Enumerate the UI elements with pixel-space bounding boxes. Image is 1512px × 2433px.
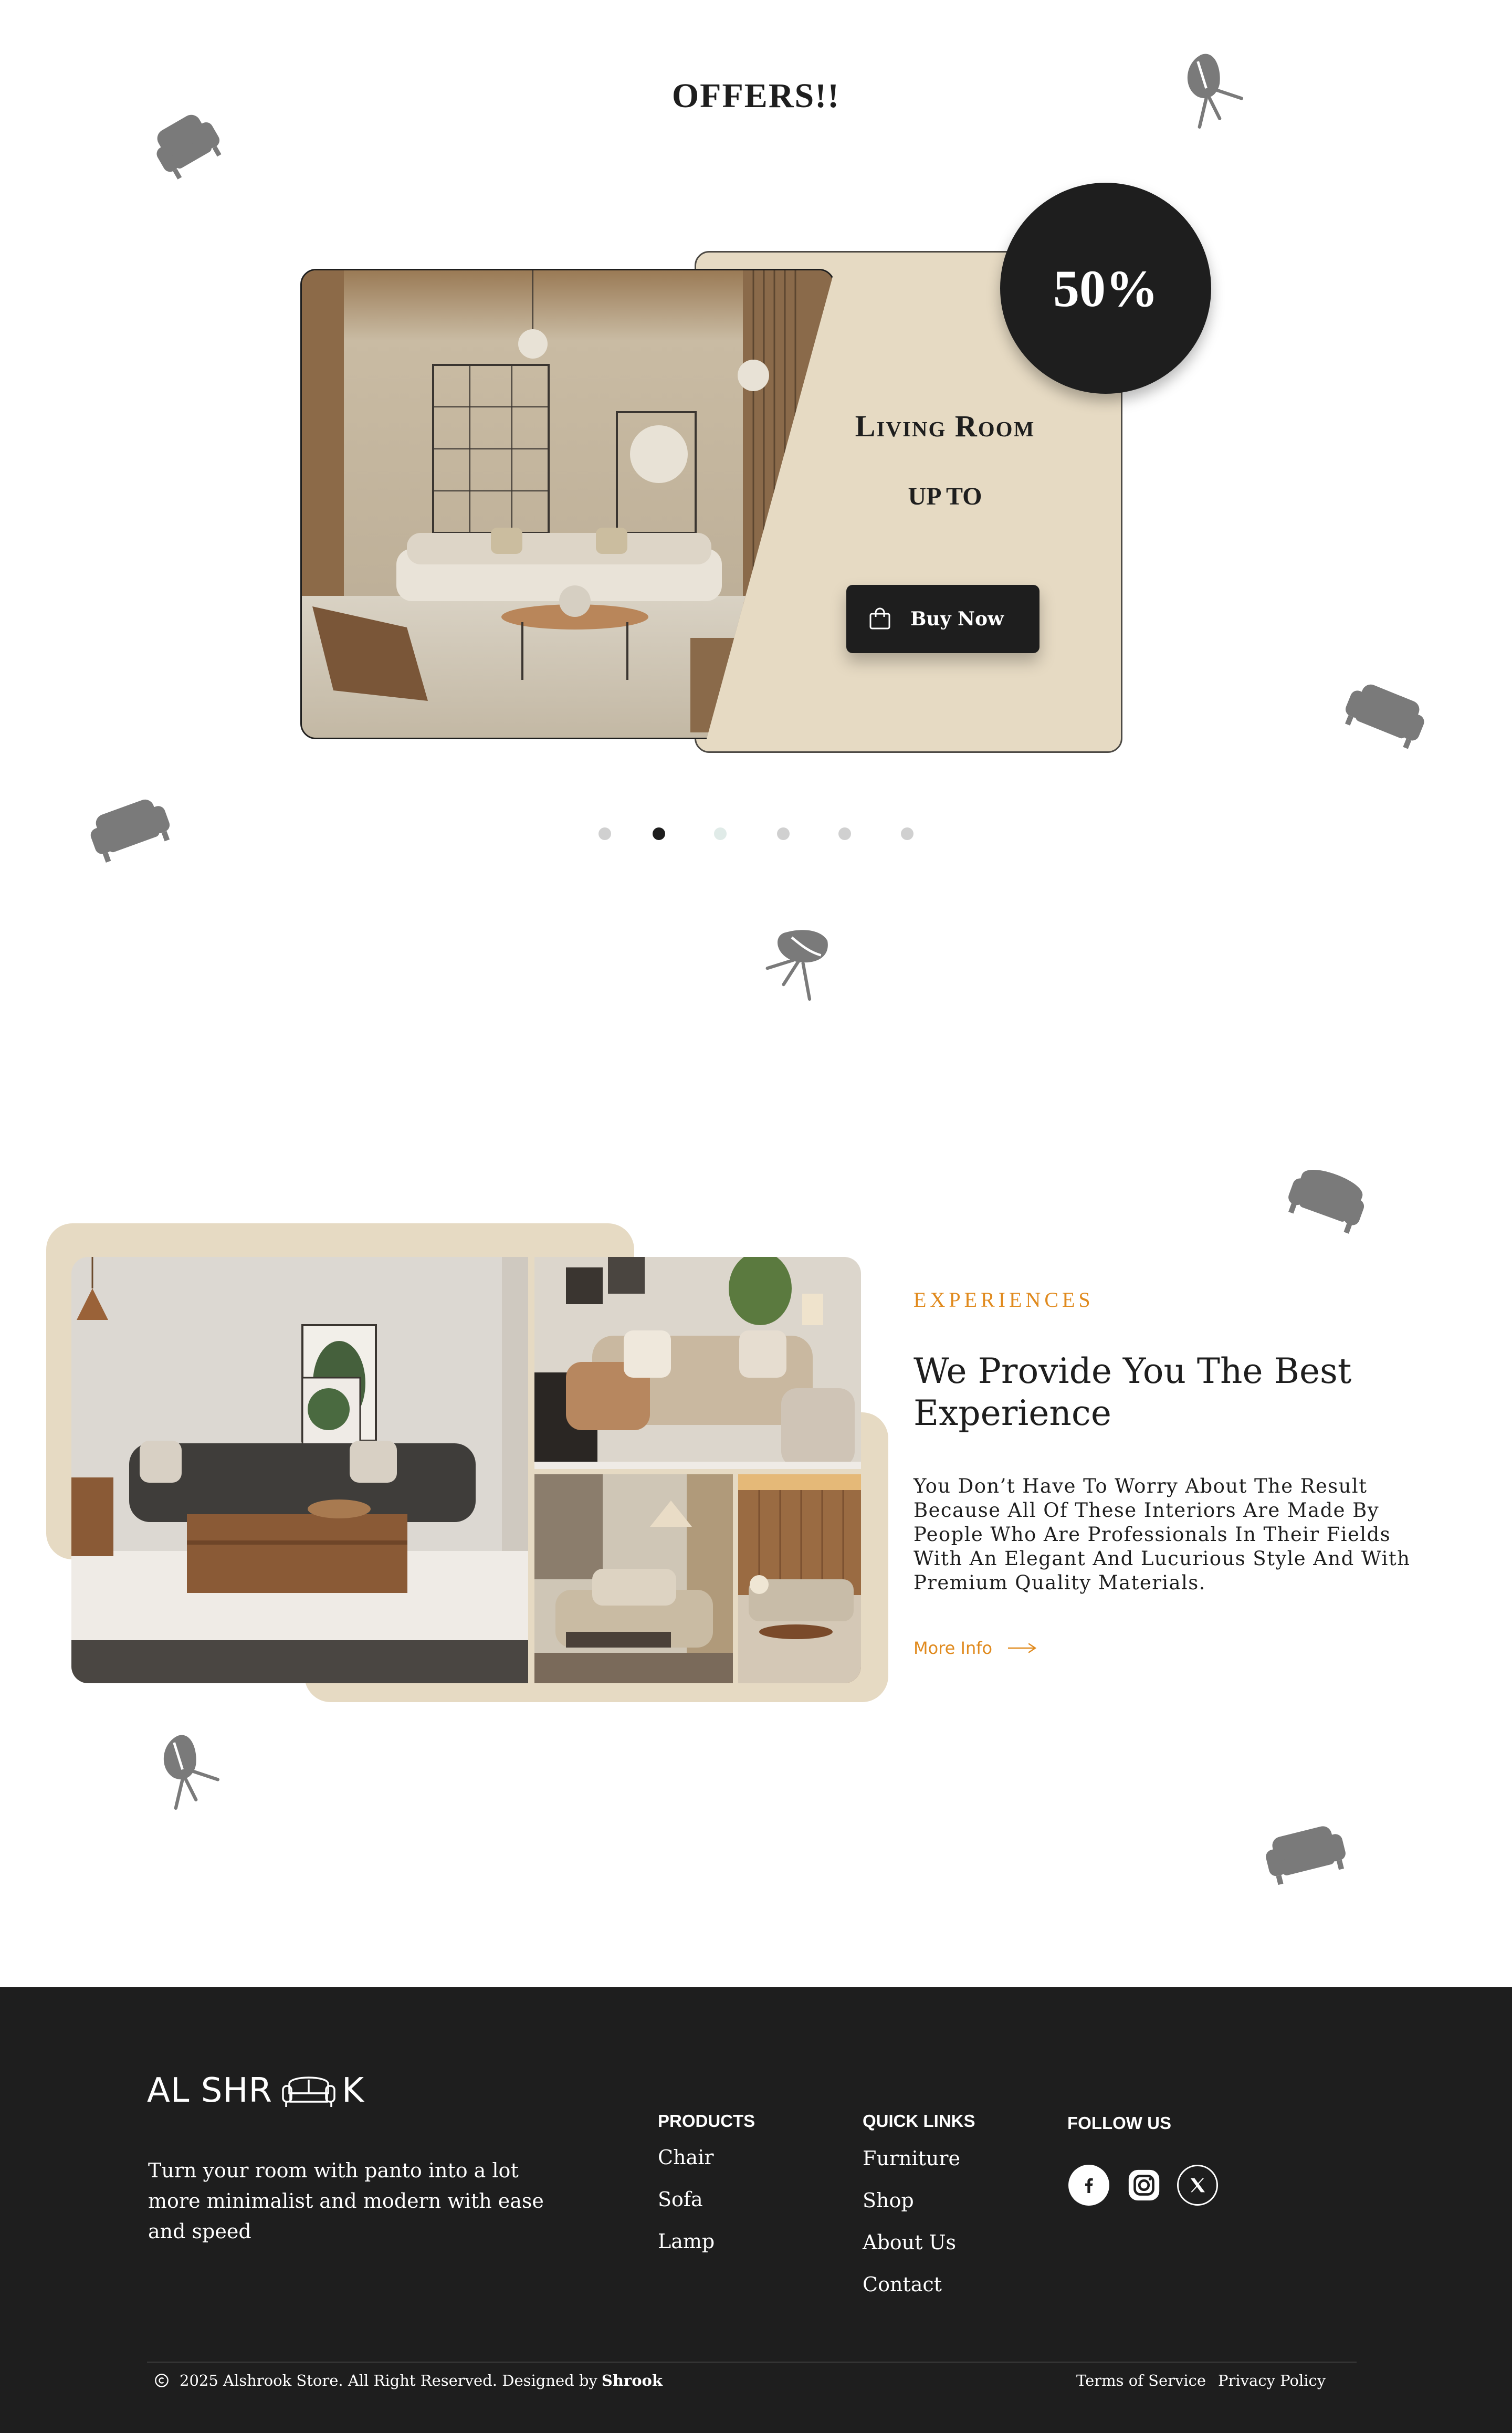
carousel-dot-1[interactable] [598, 827, 611, 840]
buy-now-label: Buy Now [910, 608, 1004, 630]
footer-link-sofa[interactable]: Sofa [658, 2188, 703, 2211]
designer-name: Shrook [601, 2372, 663, 2389]
more-info-label: More Info [914, 1638, 993, 1658]
sofa-icon [1260, 1806, 1349, 1895]
sofa-icon [84, 781, 173, 871]
shopping-bag-icon [869, 607, 890, 630]
footer-tagline: Turn your room with panto into a lot mor… [148, 2159, 544, 2243]
discount-badge: 50% [1000, 183, 1211, 394]
footer-link-about-us[interactable]: About Us [863, 2231, 956, 2254]
gallery-photo-sofa [534, 1257, 861, 1469]
logo-text-left: AL SHR [147, 2071, 272, 2110]
experiences-description: You Don’t Have To Worry About The Result… [914, 1475, 1411, 1594]
footer-link-lamp[interactable]: Lamp [658, 2230, 715, 2253]
experiences-eyebrow: EXPERIENCES [914, 1288, 1094, 1312]
offer-category: Living Room [855, 409, 1035, 443]
offers-title: OFFERS!! [671, 77, 841, 115]
egg-chair-icon [756, 924, 845, 1006]
footer-link-furniture[interactable]: Furniture [863, 2147, 960, 2170]
gallery-photo-lounge [534, 1474, 733, 1683]
carousel-dot-3[interactable] [714, 827, 727, 840]
copyright: 2025 Alshrook Store. All Right Reserved.… [154, 2372, 663, 2389]
arrow-right-icon [1008, 1643, 1037, 1653]
follow-us-heading: FOLLOW US [1067, 2113, 1171, 2133]
brand-logo[interactable]: AL SHR K [147, 2071, 364, 2110]
footer-link-shop[interactable]: Shop [863, 2189, 914, 2212]
offer-up-to: UP TO [908, 483, 982, 510]
carousel-dot-2[interactable] [653, 827, 665, 840]
privacy-policy-link[interactable]: Privacy Policy [1218, 2372, 1326, 2389]
site-footer: AL SHR K Turn your room with panto into … [0, 1987, 1512, 2433]
x-icon[interactable] [1177, 2165, 1218, 2206]
footer-link-contact[interactable]: Contact [863, 2273, 942, 2296]
more-info-link[interactable]: More Info [914, 1638, 1037, 1658]
sofa-icon [1342, 667, 1431, 756]
footer-divider [147, 2362, 1357, 2363]
gallery-photo-wood-room [738, 1474, 861, 1683]
instagram-icon[interactable] [1124, 2165, 1164, 2206]
facebook-icon[interactable] [1068, 2165, 1109, 2206]
carousel-dot-6[interactable] [901, 827, 914, 840]
gallery-photo-living-room [71, 1257, 528, 1683]
egg-chair-icon [152, 1727, 236, 1817]
logo-text-right: K [342, 2071, 364, 2110]
terms-of-service-link[interactable]: Terms of Service [1076, 2372, 1206, 2389]
experiences-title: We Provide You The Best Experience [914, 1351, 1352, 1433]
copyright-text: 2025 Alshrook Store. All Right Reserved.… [180, 2372, 597, 2389]
sofa-logo-icon [282, 2077, 335, 2107]
quick-links-heading: QUICK LINKS [863, 2111, 975, 2131]
armchair-icon [1283, 1153, 1372, 1242]
interior-gallery [71, 1257, 861, 1683]
copyright-icon [155, 2374, 169, 2387]
footer-link-chair[interactable]: Chair [658, 2146, 714, 2169]
products-heading: PRODUCTS [658, 2111, 755, 2131]
carousel-dot-5[interactable] [838, 827, 851, 840]
carousel-dots [0, 827, 1512, 840]
carousel-dot-4[interactable] [777, 827, 790, 840]
buy-now-button[interactable]: Buy Now [846, 585, 1040, 653]
